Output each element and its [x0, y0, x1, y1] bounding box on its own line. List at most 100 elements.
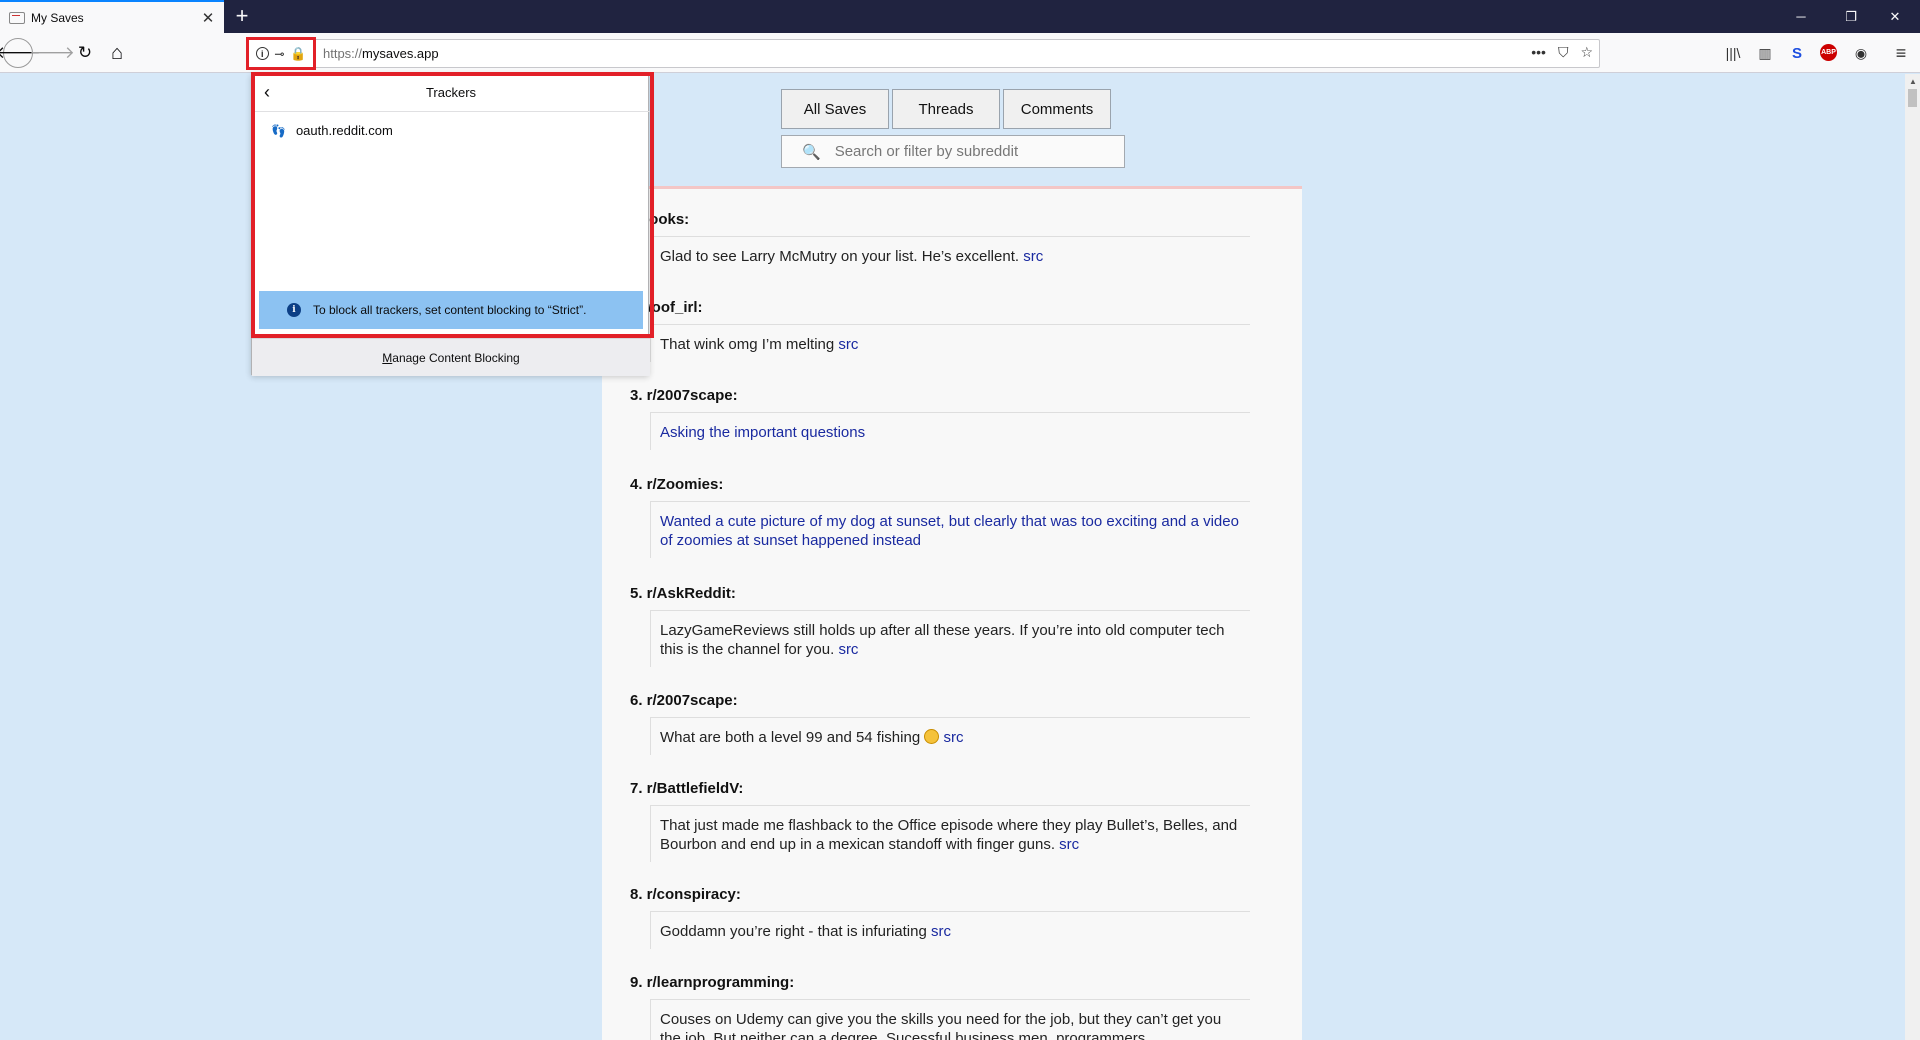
comments-button[interactable]: Comments [1003, 89, 1111, 129]
manage-content-blocking-button[interactable]: Manage Content Blocking [252, 338, 650, 376]
subreddit-heading: 9. r/learnprogramming: [630, 974, 795, 991]
save-body: Wanted a cute picture of my dog at sunse… [650, 501, 1250, 558]
save-body: What are both a level 99 and 54 fishing … [650, 717, 1250, 755]
minimize-button[interactable]: ─ [1778, 0, 1824, 33]
src-link[interactable]: src [1059, 836, 1079, 853]
subreddit-heading: 7. r/BattlefieldV: [630, 780, 744, 797]
home-button[interactable]: ⌂ [101, 37, 133, 69]
list-item: 3. r/2007scape: Asking the important que… [630, 387, 1250, 450]
folder-icon [9, 11, 25, 24]
notice-text: To block all trackers, set content block… [313, 303, 587, 317]
site-identity-box[interactable]: i ⊸ 🔒 [246, 37, 316, 70]
list-item: 6. r/2007scape: What are both a level 99… [630, 692, 1250, 755]
save-body: Glad to see Larry McMutry on your list. … [650, 236, 1250, 274]
save-body: Asking the important questions [650, 412, 1250, 450]
footprint-icon: 👣 [271, 123, 286, 138]
sidebar-icon[interactable]: ▥ [1754, 42, 1776, 64]
reload-icon: ↻ [77, 43, 93, 62]
save-text: What are both a level 99 and 54 fishing [660, 729, 925, 746]
url-text[interactable]: https://mysaves.app [323, 46, 439, 61]
new-tab-button[interactable]: + [229, 2, 255, 30]
panel-title: Trackers [425, 85, 477, 100]
tracker-item: 👣 oauth.reddit.com [271, 123, 393, 138]
panel-header: ‹ Trackers [252, 74, 650, 112]
src-link[interactable]: src [944, 729, 964, 746]
save-body: Couses on Udemy can give you the skills … [650, 999, 1250, 1040]
save-text: Goddamn you’re right - that is infuriati… [660, 923, 931, 940]
forward-arrow-icon: 🡒 [29, 43, 75, 62]
list-item: 4. r/Zoomies: Wanted a cute picture of m… [630, 476, 1250, 558]
post-link[interactable]: Wanted a cute picture of my dog at sunse… [660, 513, 1239, 549]
save-body: Goddamn you’re right - that is infuriati… [650, 911, 1250, 949]
close-tab-icon[interactable]: ✕ [196, 6, 220, 30]
save-body: LazyGameReviews still holds up after all… [650, 610, 1250, 667]
restore-button[interactable]: ❐ [1828, 0, 1874, 33]
save-text: That wink omg I’m melting [660, 336, 839, 353]
subreddit-heading: 8. r/conspiracy: [630, 886, 741, 903]
save-text: Couses on Udemy can give you the skills … [660, 1011, 1222, 1040]
pocket-icon[interactable]: ⛉ [1558, 44, 1569, 61]
strict-blocking-notice[interactable]: i To block all trackers, set content blo… [259, 291, 643, 329]
page-scrollbar[interactable]: ▲ [1905, 74, 1920, 1040]
subreddit-heading: 6. r/2007scape: [630, 692, 738, 709]
save-text: LazyGameReviews still holds up after all… [660, 622, 1225, 658]
reload-button[interactable]: ↻ [69, 37, 101, 69]
forward-button[interactable]: 🡒 [29, 37, 75, 69]
info-circle-icon: i [287, 303, 301, 317]
src-link[interactable]: src [838, 641, 858, 658]
save-body: That just made me flashback to the Offic… [650, 805, 1250, 862]
account-icon[interactable]: ◉ [1850, 42, 1872, 64]
src-link[interactable]: src [1023, 248, 1043, 265]
footer-label: anage Content Blocking [392, 350, 520, 365]
url-host: mysaves.app [362, 46, 439, 61]
navigation-toolbar: 🡐 🡒 ↻ ⌂ i ⊸ 🔒 https://mysaves.app ••• ⛉ … [0, 33, 1920, 73]
scroll-up-icon[interactable]: ▲ [1909, 77, 1917, 86]
adblock-plus-icon[interactable]: ABP [1820, 44, 1837, 61]
list-item: 7. r/BattlefieldV: That just made me fla… [630, 780, 1250, 862]
tab-my-saves[interactable]: My Saves ✕ [0, 0, 224, 33]
lock-icon[interactable]: 🔒 [290, 46, 306, 62]
subreddit-search[interactable]: 🔍 [781, 135, 1125, 168]
list-item: r/woof_irl: That wink omg I’m melting sr… [630, 299, 1250, 362]
tracker-domain: oauth.reddit.com [295, 123, 393, 138]
bookmark-star-icon[interactable]: ☆ [1580, 44, 1593, 61]
threads-button[interactable]: Threads [892, 89, 1000, 129]
close-window-button[interactable]: ✕ [1872, 0, 1918, 33]
hamburger-menu-icon[interactable]: ≡ [1890, 42, 1912, 64]
subreddit-heading: 5. r/AskReddit: [630, 585, 736, 602]
info-icon[interactable]: i [255, 47, 269, 60]
extension-s-icon[interactable]: S [1786, 42, 1808, 64]
url-actions: ••• ⛉ ☆ [1531, 44, 1593, 61]
all-saves-button[interactable]: All Saves [781, 89, 889, 129]
url-bar[interactable]: i ⊸ 🔒 https://mysaves.app ••• ⛉ ☆ [246, 37, 1600, 70]
list-item: 8. r/conspiracy: Goddamn you’re right - … [630, 886, 1250, 949]
list-item: 9. r/learnprogramming: Couses on Udemy c… [630, 974, 1250, 1040]
url-scheme: https:// [323, 46, 363, 61]
filter-buttons: All Saves Threads Comments [781, 89, 1111, 129]
subreddit-heading: r/books: [630, 211, 690, 228]
tab-title: My Saves [31, 10, 84, 25]
library-icon[interactable]: |||\ [1722, 42, 1744, 64]
src-link[interactable]: src [838, 336, 858, 353]
scroll-thumb[interactable] [1908, 89, 1917, 107]
key-icon[interactable]: ⊸ [274, 47, 284, 61]
saves-list: r/books: Glad to see Larry McMutry on yo… [602, 186, 1302, 1040]
post-link[interactable]: Asking the important questions [660, 424, 865, 441]
save-body: That wink omg I’m melting src [650, 324, 1250, 362]
save-text: That just made me flashback to the Offic… [660, 817, 1238, 853]
src-link[interactable]: src [931, 923, 951, 940]
search-icon: 🔍 [802, 143, 821, 161]
more-actions-icon[interactable]: ••• [1531, 44, 1546, 61]
grinning-emoji-icon [924, 729, 940, 744]
save-text: Glad to see Larry McMutry on your list. … [660, 248, 1024, 265]
trackers-panel: ‹ Trackers 👣 oauth.reddit.com i To block… [251, 73, 650, 376]
list-item: r/books: Glad to see Larry McMutry on yo… [630, 211, 1250, 274]
tab-strip: My Saves ✕ + ─ ❐ ✕ [0, 0, 1920, 33]
home-icon: ⌂ [110, 41, 124, 64]
subreddit-heading: r/woof_irl: [630, 299, 703, 316]
search-input[interactable] [834, 143, 1105, 160]
subreddit-heading: 3. r/2007scape: [630, 387, 738, 404]
access-key: M [382, 350, 393, 365]
list-item: 5. r/AskReddit: LazyGameReviews still ho… [630, 585, 1250, 667]
subreddit-heading: 4. r/Zoomies: [630, 476, 724, 493]
